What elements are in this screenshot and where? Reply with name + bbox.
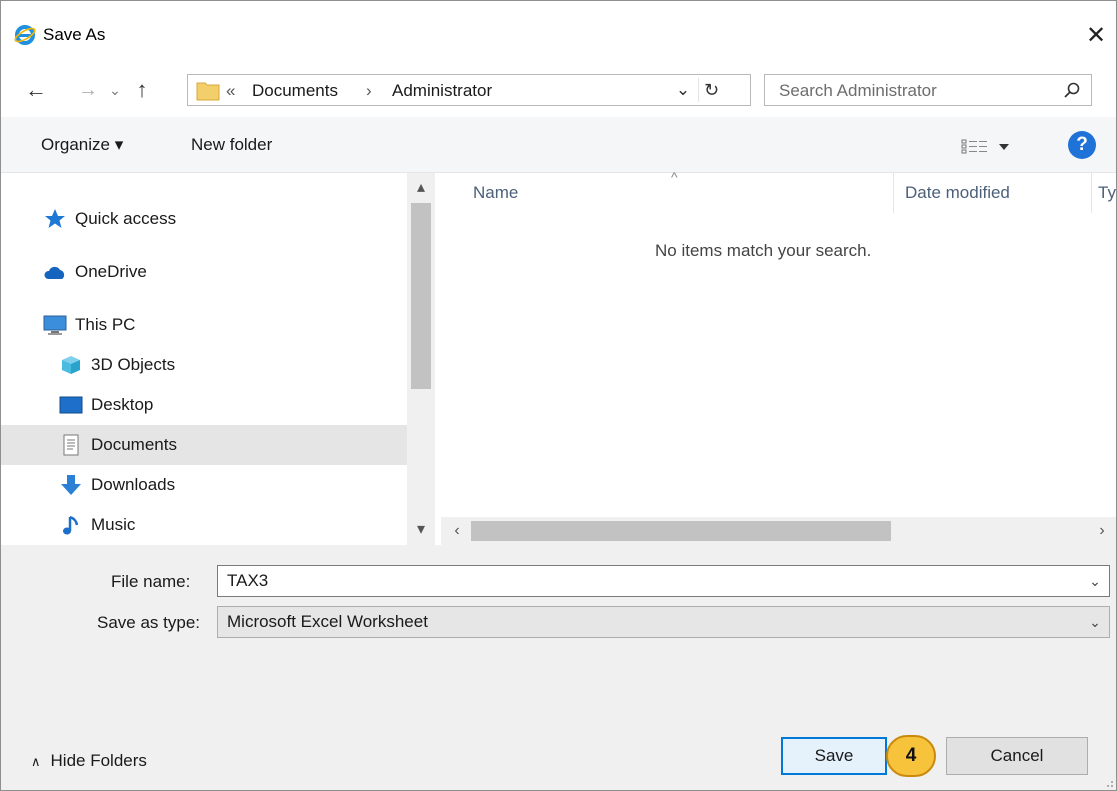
back-arrow-icon: ← — [25, 77, 47, 102]
column-header-type[interactable]: Ty — [1098, 173, 1116, 213]
column-header-name[interactable]: Name — [473, 173, 518, 213]
nav-item-documents[interactable]: Documents — [1, 425, 407, 465]
window-title: Save As — [43, 25, 106, 44]
nav-item-label: Downloads — [91, 475, 176, 494]
search-input[interactable]: Search Administrator — [764, 74, 1092, 106]
refresh-icon: ↻ — [703, 79, 720, 100]
scrollbar-thumb[interactable] — [411, 203, 431, 389]
save-button[interactable]: Save — [781, 737, 887, 775]
scroll-left-icon[interactable]: ‹ — [447, 520, 467, 542]
forward-button[interactable]: → — [75, 77, 101, 103]
save-as-type-label: Save as type: — [97, 613, 201, 632]
address-dropdown-button[interactable]: ⌄ — [672, 78, 694, 102]
nav-item-label: Desktop — [91, 395, 154, 414]
search-icon — [1064, 82, 1080, 98]
nav-item-label: This PC — [75, 315, 136, 334]
nav-item-label: OneDrive — [75, 262, 147, 281]
file-name-value: TAX3 — [227, 571, 269, 590]
recent-locations-button[interactable]: ⌄ — [105, 77, 125, 103]
forward-arrow-icon: → — [78, 78, 98, 101]
chevron-down-icon: ⌄ — [109, 81, 121, 98]
folder-icon — [196, 82, 220, 101]
content-area: Quick access OneDrive This PC 3D Objects — [1, 169, 1116, 545]
scroll-down-icon[interactable]: ▾ — [411, 519, 431, 539]
up-button[interactable]: ↑ — [129, 77, 155, 103]
hide-folders-button[interactable]: ∧ Hide Folders — [31, 751, 147, 771]
desktop-icon — [59, 393, 83, 417]
back-button[interactable]: ← — [23, 77, 49, 103]
music-note-icon — [59, 513, 83, 537]
cloud-icon — [43, 260, 67, 284]
sort-ascending-icon: ^ — [671, 169, 678, 185]
close-icon: ✕ — [1085, 21, 1107, 49]
breadcrumb-overflow[interactable]: « — [226, 81, 235, 101]
chevron-down-icon[interactable]: ⌄ — [1087, 613, 1103, 631]
column-divider[interactable] — [1091, 173, 1092, 213]
change-view-button[interactable] — [961, 135, 1019, 159]
chevron-down-icon: ⌄ — [675, 80, 691, 99]
save-as-type-select[interactable]: Microsoft Excel Worksheet ⌄ — [217, 606, 1110, 638]
scroll-right-icon[interactable]: › — [1092, 520, 1112, 542]
column-divider[interactable] — [893, 173, 894, 213]
nav-item-label: Quick access — [75, 209, 177, 228]
column-header-date-modified[interactable]: Date modified — [905, 173, 1010, 213]
title-bar: Save As ✕ — [1, 1, 1116, 65]
search-placeholder: Search Administrator — [779, 81, 937, 100]
computer-icon — [43, 313, 67, 337]
internet-explorer-icon — [14, 25, 36, 45]
download-arrow-icon — [59, 473, 83, 497]
document-icon — [59, 433, 83, 457]
command-toolbar: Organize ▾ New folder ? — [1, 117, 1116, 173]
help-icon[interactable]: ? — [1068, 131, 1096, 159]
cancel-button[interactable]: Cancel — [946, 737, 1088, 775]
nav-item-3d-objects[interactable]: 3D Objects — [1, 345, 407, 385]
breadcrumb-separator: › — [366, 81, 372, 100]
nav-item-onedrive[interactable]: OneDrive — [1, 252, 407, 292]
file-name-label: File name: — [111, 572, 191, 591]
save-as-dialog: Save As ✕ ← → ⌄ ↑ « Documents › Administ… — [0, 0, 1117, 791]
nav-item-label: Documents — [91, 435, 177, 454]
chevron-up-icon: ∧ — [31, 754, 41, 769]
up-arrow-icon: ↑ — [136, 77, 148, 102]
nav-item-label: 3D Objects — [91, 355, 176, 374]
scroll-up-icon[interactable]: ▴ — [411, 177, 431, 197]
address-row: ← → ⌄ ↑ « Documents › Administrator ⌄ ↻ — [1, 65, 1116, 117]
close-button[interactable]: ✕ — [1076, 15, 1116, 55]
breadcrumb-administrator[interactable]: Administrator — [392, 81, 492, 101]
save-as-type-value: Microsoft Excel Worksheet — [227, 612, 428, 631]
nav-item-label: Music — [91, 515, 136, 534]
view-options-icon — [961, 139, 1009, 154]
refresh-button[interactable]: ↻ — [698, 78, 724, 102]
empty-folder-message: No items match your search. — [655, 241, 872, 260]
scrollbar-thumb[interactable] — [471, 521, 891, 541]
nav-item-quick-access[interactable]: Quick access — [1, 199, 407, 239]
step-number-badge: 4 — [886, 735, 936, 777]
address-bar[interactable]: « Documents › Administrator ⌄ ↻ — [187, 74, 751, 106]
cube-icon — [59, 353, 83, 377]
nav-item-downloads[interactable]: Downloads — [1, 465, 407, 505]
organize-button[interactable]: Organize ▾ — [41, 135, 123, 155]
navigation-pane: Quick access OneDrive This PC 3D Objects — [1, 173, 439, 545]
nav-item-desktop[interactable]: Desktop — [1, 385, 407, 425]
file-list-horizontal-scrollbar[interactable]: ‹ › — [441, 517, 1116, 545]
file-list-pane: ^ Name Date modified Ty No items match y… — [441, 169, 1116, 545]
nav-pane-scrollbar[interactable]: ▴ ▾ — [407, 173, 435, 545]
chevron-down-icon[interactable]: ⌄ — [1087, 572, 1103, 590]
new-folder-button[interactable]: New folder — [191, 135, 272, 155]
hide-folders-label: Hide Folders — [50, 751, 147, 770]
file-name-field[interactable]: TAX3 ⌄ — [217, 565, 1110, 597]
resize-grip-icon[interactable] — [1102, 776, 1114, 788]
star-icon — [43, 207, 67, 231]
nav-item-music[interactable]: Music — [1, 505, 407, 545]
breadcrumb-documents[interactable]: Documents — [252, 81, 338, 101]
nav-item-this-pc[interactable]: This PC — [1, 305, 407, 345]
